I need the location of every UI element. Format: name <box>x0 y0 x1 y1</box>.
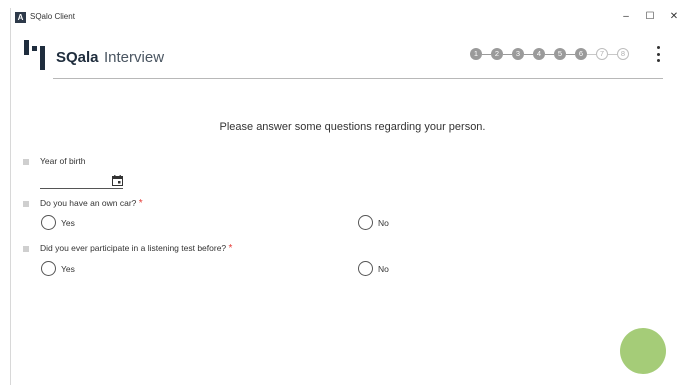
question-bullet <box>23 201 29 207</box>
question-bullet <box>23 159 29 165</box>
step-connector <box>482 53 491 55</box>
form-intro: Please answer some questions regarding y… <box>219 121 486 133</box>
radio-circle[interactable] <box>41 215 56 230</box>
required-marker: * <box>228 243 233 254</box>
title-bar: A SQalo Client – ☐ ✕ <box>11 8 693 28</box>
radio-circle[interactable] <box>358 215 373 230</box>
close-button[interactable]: ✕ <box>663 10 685 24</box>
window-title: SQalo Client <box>30 12 75 21</box>
more-vertical-icon[interactable] <box>651 44 665 64</box>
own-car-question-text: Do you have an own car? <box>40 198 137 208</box>
radio-label: Yes <box>61 217 75 228</box>
listening-test-yes-radio[interactable]: Yes <box>41 261 75 276</box>
step-1[interactable]: 1 <box>470 48 482 60</box>
app-window: A SQalo Client – ☐ ✕ SQala Interview 1 2… <box>10 8 693 385</box>
step-2[interactable]: 2 <box>491 48 503 60</box>
listening-test-question-text: Did you ever participate in a listening … <box>40 243 227 253</box>
own-car-no-radio[interactable]: No <box>358 215 389 230</box>
step-3[interactable]: 3 <box>512 48 524 60</box>
radio-label: No <box>378 263 389 274</box>
next-fab-button[interactable] <box>620 328 666 374</box>
question-label-birth-year: Year of birth <box>40 156 86 166</box>
required-marker: * <box>138 198 143 209</box>
step-4[interactable]: 4 <box>533 48 545 60</box>
radio-label: Yes <box>61 263 75 274</box>
step-connector <box>524 53 533 55</box>
question-label-own-car: Do you have an own car? * <box>40 198 143 209</box>
question-label-listening-test: Did you ever participate in a listening … <box>40 243 232 254</box>
maximize-button[interactable]: ☐ <box>639 10 661 24</box>
step-connector <box>587 53 596 55</box>
app-header: SQala Interview 1 2 3 4 5 6 7 8 <box>11 30 693 80</box>
minimize-button[interactable]: – <box>615 10 637 24</box>
step-connector <box>503 53 512 55</box>
app-icon: A <box>15 12 26 23</box>
listening-test-no-radio[interactable]: No <box>358 261 389 276</box>
progress-stepper: 1 2 3 4 5 6 7 8 <box>470 47 629 61</box>
step-6[interactable]: 6 <box>575 48 587 60</box>
own-car-yes-radio[interactable]: Yes <box>41 215 75 230</box>
sqala-logo-icon <box>24 40 45 70</box>
step-7: 7 <box>596 48 608 60</box>
step-connector <box>608 53 617 55</box>
radio-label: No <box>378 217 389 228</box>
radio-circle[interactable] <box>41 261 56 276</box>
step-8: 8 <box>617 48 629 60</box>
header-divider <box>53 78 663 79</box>
page-title: Interview <box>104 49 165 66</box>
question-bullet <box>23 246 29 252</box>
calendar-icon[interactable] <box>112 175 123 186</box>
step-connector <box>545 53 554 55</box>
birth-year-input[interactable] <box>40 188 123 189</box>
radio-circle[interactable] <box>358 261 373 276</box>
step-5[interactable]: 5 <box>554 48 566 60</box>
brand-name: SQala <box>56 49 99 66</box>
step-connector <box>566 53 575 55</box>
